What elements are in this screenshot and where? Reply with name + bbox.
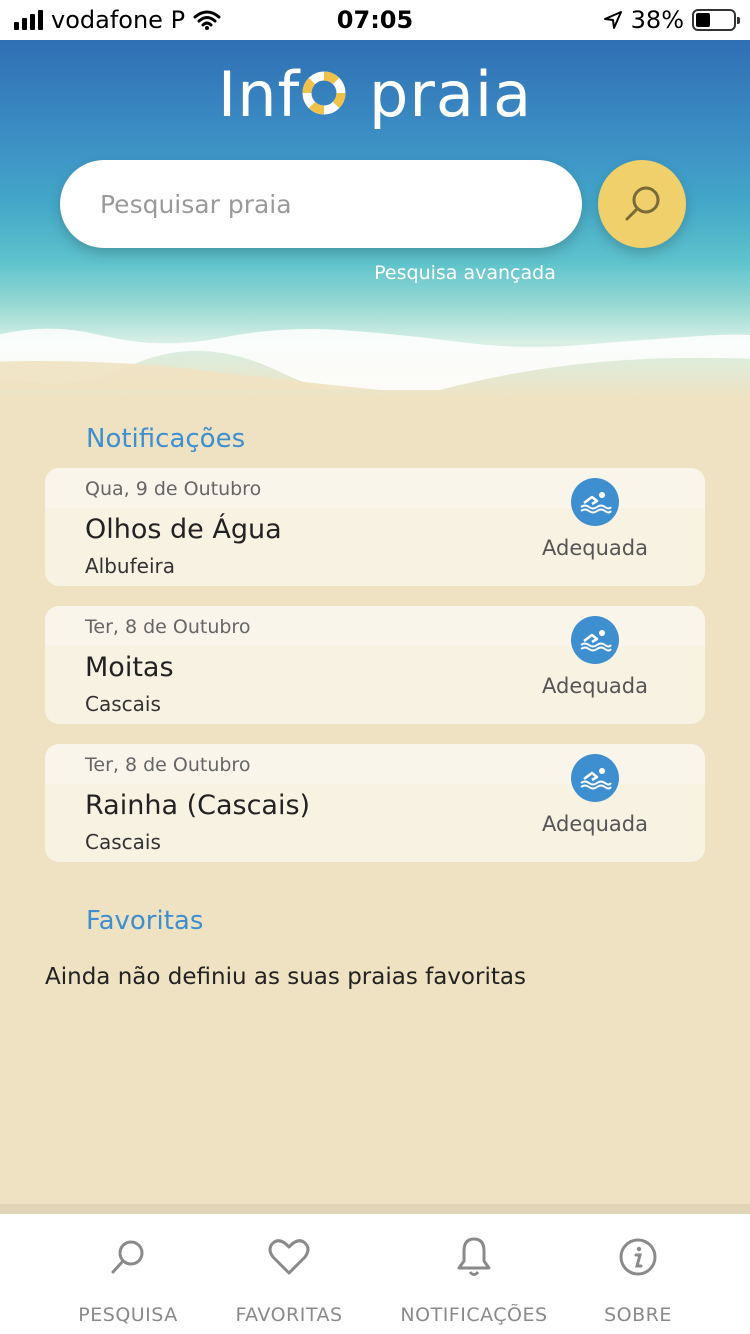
app-title-part-1: Inf	[217, 58, 301, 131]
swimmer-icon	[571, 754, 619, 802]
water-status: Adequada	[542, 674, 648, 698]
tab-search-label: PESQUISA	[78, 1304, 178, 1326]
notification-card[interactable]: Ter, 8 de Outubro Rainha (Cascais) Casca…	[45, 744, 705, 862]
tab-about-label: SOBRE	[604, 1304, 672, 1326]
beach-name: Rainha (Cascais)	[85, 790, 311, 821]
search-icon	[625, 186, 660, 221]
search-button[interactable]	[598, 160, 686, 248]
notification-card[interactable]: Ter, 8 de Outubro Moitas Cascais Adequad…	[45, 606, 705, 724]
beach-location: Cascais	[85, 830, 161, 854]
app-title: Inf praia	[0, 58, 750, 131]
screen: vodafone P 07:05 38% Inf praia Pesquisar…	[0, 0, 750, 1334]
swimmer-icon	[571, 616, 619, 664]
tab-bar: PESQUISA FAVORITAS NOTIFICAÇÕES SOBRE	[0, 1204, 750, 1334]
beach-location: Cascais	[85, 692, 161, 716]
search-icon	[38, 1232, 218, 1282]
tab-notifications-label: NOTIFICAÇÕES	[400, 1304, 548, 1326]
tab-favorites-label: FAVORITAS	[235, 1304, 343, 1326]
battery-percent: 38%	[630, 6, 684, 34]
wave-foam	[0, 328, 750, 390]
status-bar: vodafone P 07:05 38%	[0, 0, 750, 40]
notifications-title: Notificações	[86, 424, 246, 454]
tab-search[interactable]: PESQUISA	[38, 1232, 218, 1326]
signal-icon	[14, 10, 43, 30]
wifi-icon	[193, 10, 221, 30]
beach-location: Albufeira	[85, 554, 175, 578]
location-arrow-icon	[603, 11, 622, 29]
search-box[interactable]	[60, 160, 582, 248]
status-time: 07:05	[336, 6, 414, 34]
search-input[interactable]	[100, 189, 582, 219]
tab-favorites[interactable]: FAVORITAS	[199, 1232, 379, 1326]
info-icon	[548, 1232, 728, 1282]
notification-date: Ter, 8 de Outubro	[85, 754, 251, 776]
swimmer-icon	[571, 478, 619, 526]
battery-icon	[692, 9, 740, 31]
status-left: vodafone P	[14, 6, 274, 34]
bell-icon	[384, 1232, 564, 1282]
water-status: Adequada	[542, 812, 648, 836]
notification-date: Qua, 9 de Outubro	[85, 478, 262, 500]
app-title-part-2: praia	[348, 58, 533, 131]
notification-date: Ter, 8 de Outubro	[85, 616, 251, 638]
beach-name: Moitas	[85, 652, 174, 683]
carrier-label: vodafone P	[51, 6, 186, 34]
notification-card[interactable]: Qua, 9 de Outubro Olhos de Água Albufeir…	[45, 468, 705, 586]
favorites-empty-message: Ainda não definiu as suas praias favorit…	[45, 964, 526, 990]
tab-about[interactable]: SOBRE	[548, 1232, 728, 1326]
status-right: 38%	[476, 6, 740, 34]
lifebuoy-icon	[302, 71, 346, 115]
water-status: Adequada	[542, 536, 648, 560]
tab-notifications[interactable]: NOTIFICAÇÕES	[384, 1232, 564, 1326]
heart-icon	[199, 1232, 379, 1282]
beach-name: Olhos de Água	[85, 514, 282, 545]
advanced-search-link[interactable]: Pesquisa avançada	[340, 262, 590, 284]
favorites-title: Favoritas	[86, 906, 204, 936]
